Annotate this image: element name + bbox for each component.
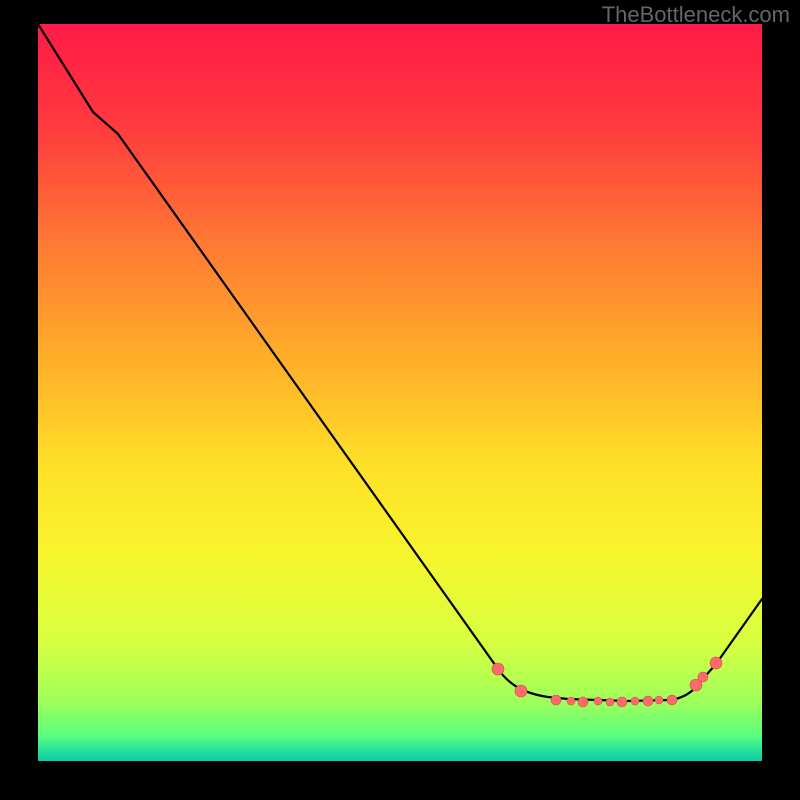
curve-marker	[578, 697, 588, 707]
curve-marker	[710, 657, 722, 669]
gradient-background	[38, 24, 762, 761]
curve-marker	[655, 696, 663, 704]
curve-marker	[551, 695, 561, 705]
watermark-text: TheBottleneck.com	[602, 2, 790, 28]
curve-marker	[698, 672, 708, 682]
curve-marker	[631, 697, 639, 705]
plot-area	[38, 24, 762, 761]
chart-root: TheBottleneck.com	[0, 0, 800, 800]
curve-marker	[643, 696, 653, 706]
curve-marker	[617, 697, 627, 707]
curve-marker	[667, 695, 677, 705]
curve-marker	[594, 697, 602, 705]
curve-marker	[567, 697, 575, 705]
curve-marker	[606, 698, 614, 706]
curve-marker	[515, 685, 527, 697]
plot-svg	[38, 24, 762, 761]
curve-marker	[492, 663, 504, 675]
